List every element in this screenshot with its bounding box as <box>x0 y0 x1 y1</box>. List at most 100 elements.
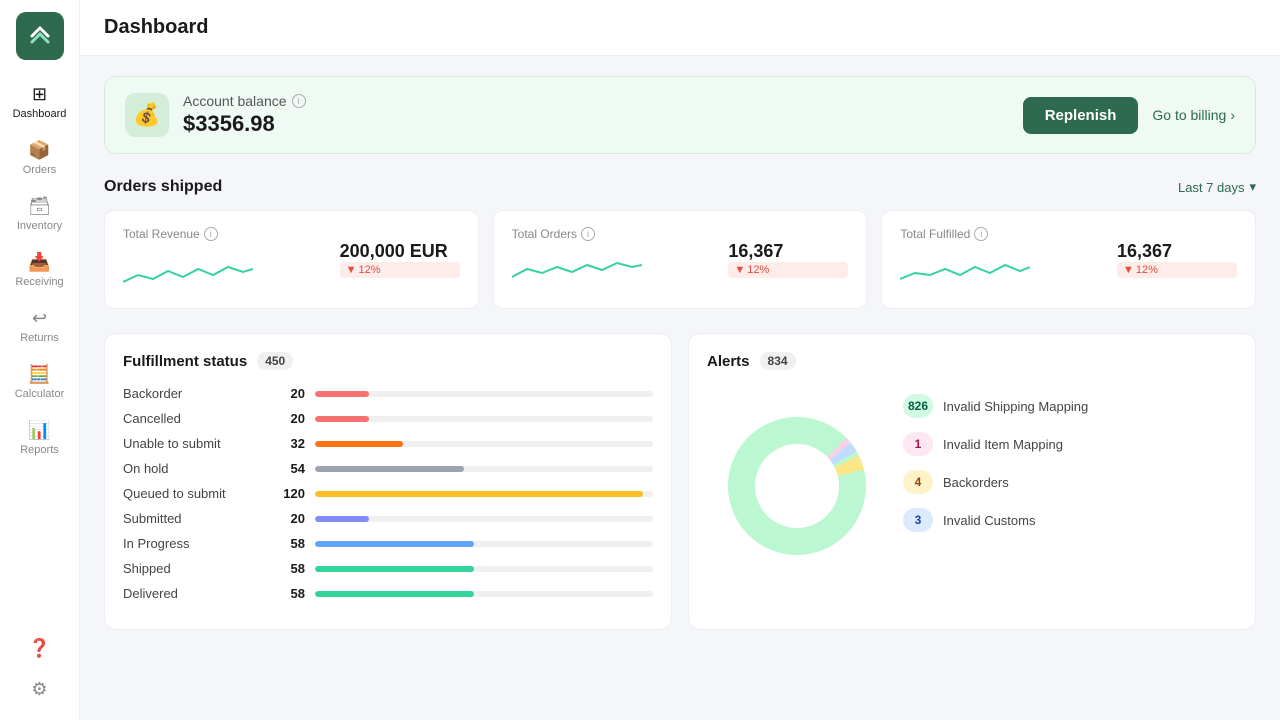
fulfillment-row-label: On hold <box>123 461 263 476</box>
alert-item: 826 Invalid Shipping Mapping <box>903 394 1237 418</box>
alert-label: Invalid Customs <box>943 513 1035 528</box>
fulfillment-bar-fill <box>315 416 369 422</box>
sidebar-item-inventory[interactable]: 🗃 Inventory <box>6 188 74 240</box>
fulfillment-row-label: Unable to submit <box>123 436 263 451</box>
fulfillment-bar-track <box>315 466 653 472</box>
header: Dashboard <box>80 0 1280 56</box>
fulfillment-row-count: 120 <box>273 486 305 501</box>
alert-count-badge: 1 <box>903 432 933 456</box>
fulfillment-row-count: 58 <box>273 586 305 601</box>
stat-right-fulfilled: 16,367 ▼12% <box>1117 241 1237 278</box>
fulfillment-row: In Progress 58 <box>123 536 653 551</box>
fulfillment-row-label: In Progress <box>123 536 263 551</box>
balance-info: Account balance i $3356.98 <box>183 93 306 137</box>
fulfillment-row-count: 58 <box>273 536 305 551</box>
fulfillment-row-label: Queued to submit <box>123 486 263 501</box>
sidebar: ⊞ Dashboard 📦 Orders 🗃 Inventory 📥 Recei… <box>0 0 80 720</box>
fulfillment-bar-track <box>315 541 653 547</box>
donut-chart <box>707 386 887 586</box>
dashboard-icon: ⊞ <box>32 84 47 105</box>
stats-grid: Total Revenue i 200,000 EUR ▼12% <box>104 210 1256 309</box>
orders-icon: 📦 <box>28 140 50 161</box>
stat-badge-fulfilled: ▼12% <box>1117 262 1237 278</box>
alert-label: Invalid Shipping Mapping <box>943 399 1088 414</box>
go-to-billing-link[interactable]: Go to billing › <box>1152 107 1235 123</box>
fulfilled-sparkline <box>900 247 1030 287</box>
fulfillment-row: On hold 54 <box>123 461 653 476</box>
fulfillment-bar-track <box>315 566 653 572</box>
sidebar-item-label: Calculator <box>15 388 65 400</box>
balance-banner: 💰 Account balance i $3356.98 Replenish G… <box>104 76 1256 154</box>
fulfillment-bar-track <box>315 591 653 597</box>
fulfillment-bar-track <box>315 441 653 447</box>
fulfillment-row: Shipped 58 <box>123 561 653 576</box>
sidebar-item-dashboard[interactable]: ⊞ Dashboard <box>6 76 74 128</box>
alert-label: Invalid Item Mapping <box>943 437 1063 452</box>
fulfillment-row-count: 20 <box>273 511 305 526</box>
fulfillment-rows: Backorder 20 Cancelled 20 Unable to subm… <box>123 386 653 601</box>
stat-badge-revenue: ▼12% <box>340 262 460 278</box>
stat-value-revenue: 200,000 EUR <box>340 241 460 262</box>
page-title: Dashboard <box>104 16 208 39</box>
sidebar-item-receiving[interactable]: 📥 Receiving <box>6 244 74 296</box>
sidebar-item-label: Receiving <box>15 276 63 288</box>
sidebar-item-settings[interactable]: ⚙ <box>6 671 74 708</box>
stat-right-orders: 16,367 ▼12% <box>728 241 848 278</box>
sidebar-item-help[interactable]: ❓ <box>6 630 74 667</box>
balance-label: Account balance i <box>183 93 306 109</box>
fulfillment-bar-track <box>315 516 653 522</box>
alert-count-badge: 3 <box>903 508 933 532</box>
calculator-icon: 🧮 <box>28 364 50 385</box>
balance-icon: 💰 <box>125 93 169 137</box>
stat-badge-orders: ▼12% <box>728 262 848 278</box>
sidebar-item-orders[interactable]: 📦 Orders <box>6 132 74 184</box>
alert-item: 4 Backorders <box>903 470 1237 494</box>
fulfillment-row: Delivered 58 <box>123 586 653 601</box>
stat-card-fulfilled: Total Fulfilled i 16,367 ▼12% <box>881 210 1256 309</box>
orders-sparkline <box>512 247 642 287</box>
alerts-badge: 834 <box>760 352 796 370</box>
fulfillment-bar-fill <box>315 541 474 547</box>
sidebar-item-label: Returns <box>20 332 59 344</box>
stat-right-revenue: 200,000 EUR ▼12% <box>340 241 460 278</box>
alert-label: Backorders <box>943 475 1009 490</box>
fulfillment-row-label: Delivered <box>123 586 263 601</box>
fulfillment-bar-track <box>315 491 653 497</box>
fulfillment-title: Fulfillment status <box>123 353 247 370</box>
balance-amount: $3356.98 <box>183 111 306 137</box>
fulfillment-row-count: 58 <box>273 561 305 576</box>
receiving-icon: 📥 <box>28 252 50 273</box>
fulfillment-panel: Fulfillment status 450 Backorder 20 Canc… <box>104 333 672 630</box>
fulfillment-bar-fill <box>315 566 474 572</box>
fulfillment-row: Cancelled 20 <box>123 411 653 426</box>
help-icon: ❓ <box>28 638 50 659</box>
settings-icon: ⚙ <box>31 679 47 700</box>
sidebar-item-reports[interactable]: 📊 Reports <box>6 412 74 464</box>
chevron-down-icon: ▾ <box>1249 179 1256 195</box>
fulfillment-bar-track <box>315 416 653 422</box>
orders-shipped-header: Orders shipped Last 7 days ▾ <box>104 178 1256 196</box>
sidebar-item-label: Orders <box>23 164 57 176</box>
sidebar-item-returns[interactable]: ↩ Returns <box>6 300 74 352</box>
sidebar-item-label: Reports <box>20 444 59 456</box>
fulfillment-bar-fill <box>315 441 403 447</box>
sidebar-item-calculator[interactable]: 🧮 Calculator <box>6 356 74 408</box>
fulfillment-row-count: 32 <box>273 436 305 451</box>
replenish-button[interactable]: Replenish <box>1023 97 1139 134</box>
sidebar-item-label: Inventory <box>17 220 62 232</box>
fulfillment-bar-fill <box>315 516 369 522</box>
sidebar-item-label: Dashboard <box>13 108 67 120</box>
alert-item: 3 Invalid Customs <box>903 508 1237 532</box>
fulfillment-bar-fill <box>315 391 369 397</box>
fulfillment-bar-fill <box>315 591 474 597</box>
orders-shipped-title: Orders shipped <box>104 178 222 196</box>
alerts-panel: Alerts 834 <box>688 333 1256 630</box>
alert-count-badge: 826 <box>903 394 933 418</box>
inventory-icon: 🗃 <box>28 196 51 217</box>
alert-count-badge: 4 <box>903 470 933 494</box>
info-icon: i <box>581 227 595 241</box>
stat-left: Total Fulfilled i <box>900 227 1117 292</box>
returns-icon: ↩ <box>32 308 47 329</box>
date-filter-dropdown[interactable]: Last 7 days ▾ <box>1178 179 1256 195</box>
chevron-right-icon: › <box>1230 107 1235 123</box>
